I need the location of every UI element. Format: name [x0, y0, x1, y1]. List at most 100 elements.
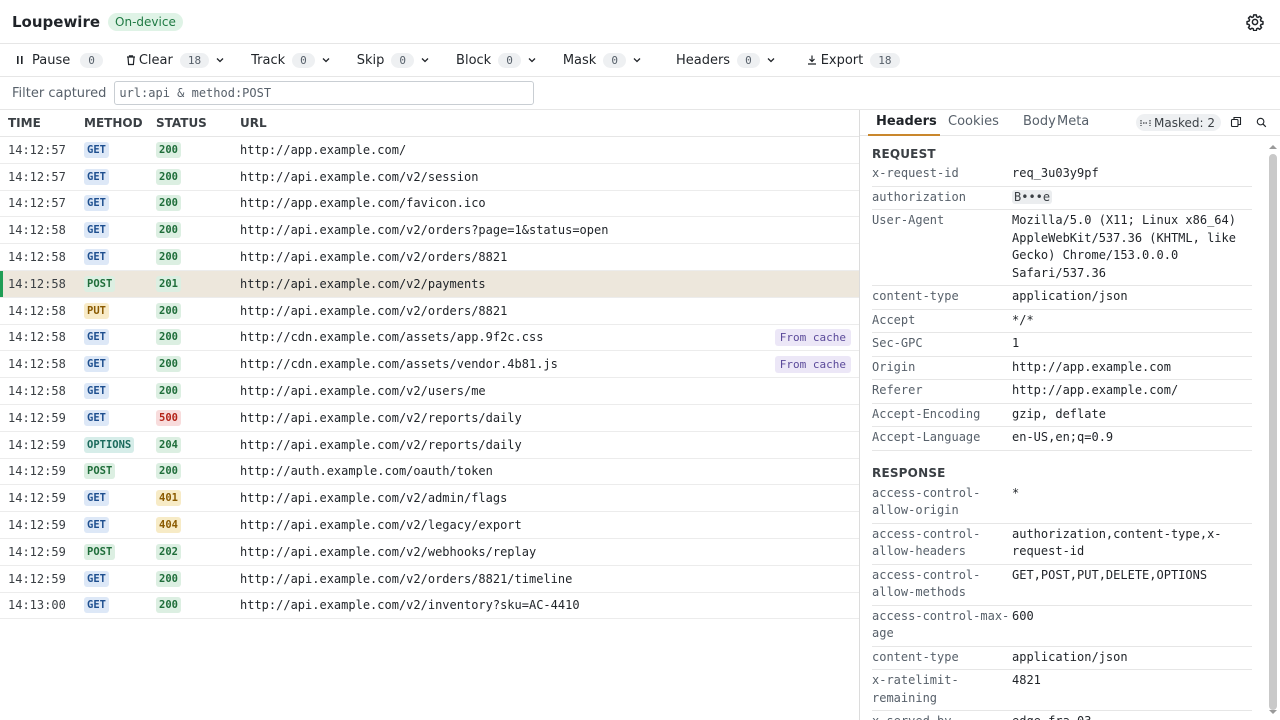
request-time: 14:12:59	[8, 518, 66, 533]
column-url[interactable]: URL	[240, 116, 267, 130]
header-value: 4821	[1012, 673, 1041, 687]
tab-cookies[interactable]: Cookies	[948, 114, 999, 129]
request-status: 202	[156, 539, 181, 565]
header-value: edge-fra-03	[1012, 713, 1252, 720]
header-row: content-type application/json	[872, 647, 1252, 670]
header-value: application/json	[1012, 649, 1128, 664]
request-url: http://app.example.com/favicon.ico	[240, 196, 486, 211]
chevron-down-icon[interactable]	[420, 55, 430, 65]
request-time: 14:12:58	[8, 330, 66, 345]
table-row[interactable]: 14:12:59 POST 202 http://api.example.com/v2…	[0, 539, 859, 566]
chevron-down-icon[interactable]	[527, 55, 537, 65]
request-status: 500	[156, 405, 181, 431]
track-button[interactable]: Track 0	[247, 48, 331, 72]
status-badge: 200	[156, 249, 181, 266]
request-time: 14:12:59	[8, 571, 66, 586]
request-method: GET	[84, 378, 109, 404]
request-url: http://cdn.example.com/assets/app.9f2c.c…	[240, 330, 544, 345]
table-row[interactable]: 14:12:59 GET 200 http://api.example.com/v2/…	[0, 566, 859, 593]
request-status: 404	[156, 512, 181, 538]
tab-headers[interactable]: Headers	[876, 114, 937, 129]
table-row[interactable]: 14:12:59 GET 404 http://api.example.com/v2/…	[0, 512, 859, 539]
mask-button[interactable]: Mask 0	[559, 48, 642, 72]
table-row[interactable]: 14:12:58 GET 200 http://api.example.com/v2/…	[0, 244, 859, 271]
table-row[interactable]: 14:12:59 POST 200 http://auth.example.com/o…	[0, 459, 859, 486]
status-badge: 200	[156, 168, 181, 185]
status-badge: 200	[156, 570, 181, 587]
export-button[interactable]: Export 18	[806, 48, 900, 72]
request-time: 14:12:58	[8, 357, 66, 372]
gear-icon[interactable]	[1246, 13, 1264, 31]
method-badge: GET	[84, 222, 109, 239]
table-row[interactable]: 14:13:00 GET 200 http://api.example.com/v2/…	[0, 593, 859, 620]
clear-button[interactable]: Clear 18	[125, 48, 225, 72]
table-row[interactable]: 14:12:57 GET 200 http://app.example.com/	[0, 137, 859, 164]
filter-input[interactable]	[114, 81, 535, 105]
status-badge: 200	[156, 222, 181, 239]
header-row: access-control-allow-methods GET,POST,PUT…	[872, 565, 1252, 606]
header-key: Referer	[872, 383, 923, 397]
cache-tag: From cache	[774, 351, 851, 377]
table-row[interactable]: 14:12:58 GET 200 http://api.example.com/v2/…	[0, 217, 859, 245]
copy-icon[interactable]	[1230, 116, 1242, 128]
request-method: GET	[84, 485, 109, 511]
column-status[interactable]: STATUS	[156, 116, 207, 130]
table-row[interactable]: 14:12:57 GET 200 http://app.example.com/fav…	[0, 191, 859, 218]
chevron-down-icon[interactable]	[766, 55, 776, 65]
skip-button[interactable]: Skip 0	[353, 48, 430, 72]
table-row[interactable]: 14:12:58 POST 201 http://api.example.com/v2…	[0, 270, 859, 298]
table-row[interactable]: 14:12:57 GET 200 http://api.example.com/v2/…	[0, 164, 859, 191]
request-headers: x-request-id req_3u03y9pf authorization B••…	[872, 163, 1252, 451]
request-method: POST	[84, 459, 116, 485]
masked-value[interactable]: B•••e	[1012, 189, 1053, 204]
block-label: Block	[456, 52, 492, 68]
headers-button[interactable]: Headers 0	[672, 48, 776, 72]
status-badge: 401	[156, 490, 181, 507]
header-key: x-ratelimit-remaining	[872, 673, 959, 705]
status-badge: 200	[156, 141, 181, 158]
request-status: 200	[156, 191, 181, 217]
column-time[interactable]: TIME	[8, 116, 41, 130]
request-method: GET	[84, 325, 109, 351]
request-time: 14:12:58	[8, 303, 66, 318]
table-row[interactable]: 14:12:59 OPTIONS 204 http://api.example.com…	[0, 432, 859, 459]
response-section-title: RESPONSE	[872, 466, 946, 480]
block-button[interactable]: Block 0	[452, 48, 537, 72]
status-badge: 200	[156, 597, 181, 614]
tab-body[interactable]: Body	[1023, 114, 1056, 129]
status-badge: 200	[156, 302, 181, 319]
table-row[interactable]: 14:12:58 PUT 200 http://api.example.com/v2/…	[0, 298, 859, 325]
scrollbar-thumb[interactable]	[1269, 154, 1277, 710]
status-badge: 201	[156, 275, 181, 292]
request-method: GET	[84, 191, 109, 217]
request-method: PUT	[84, 298, 109, 324]
tab-meta[interactable]: Meta	[1057, 114, 1089, 129]
scroll-up-arrow[interactable]	[1268, 143, 1278, 151]
pause-button[interactable]: Pause 0	[14, 48, 103, 72]
header-key: Accept-Language	[872, 430, 981, 444]
status-badge: 200	[156, 356, 181, 373]
skip-count: 0	[391, 52, 415, 68]
chevron-down-icon[interactable]	[321, 55, 331, 65]
request-url: http://api.example.com/v2/admin/flags	[240, 491, 508, 506]
scroll-down-arrow[interactable]	[1268, 708, 1278, 716]
header-value: B•••e	[1012, 189, 1252, 207]
method-badge: GET	[84, 570, 109, 587]
table-row[interactable]: 14:12:58 GET 200 http://cdn.example.com/ass…	[0, 351, 859, 379]
request-time: 14:12:59	[8, 464, 66, 479]
masked-badge[interactable]: Masked: 2	[1136, 114, 1221, 131]
table-row[interactable]: 14:12:59 GET 500 http://api.example.com/v2/…	[0, 405, 859, 432]
request-url: http://api.example.com/v2/reports/daily	[240, 437, 522, 452]
table-row[interactable]: 14:12:58 GET 200 http://api.example.com/v2/…	[0, 378, 859, 405]
table-row[interactable]: 14:12:58 GET 200 http://cdn.example.com/ass…	[0, 325, 859, 352]
header-row: x-ratelimit-remaining 4821	[872, 670, 1252, 711]
request-status: 200	[156, 325, 181, 351]
table-row[interactable]: 14:12:59 GET 401 http://api.example.com/v2/…	[0, 485, 859, 513]
header-value: 600	[1012, 608, 1034, 623]
column-method[interactable]: METHOD	[84, 116, 143, 130]
header-row: Accept */*	[872, 310, 1252, 333]
search-icon[interactable]	[1256, 117, 1267, 128]
header-key: content-type	[872, 649, 959, 664]
chevron-down-icon[interactable]	[632, 55, 642, 65]
chevron-down-icon[interactable]	[215, 55, 225, 65]
